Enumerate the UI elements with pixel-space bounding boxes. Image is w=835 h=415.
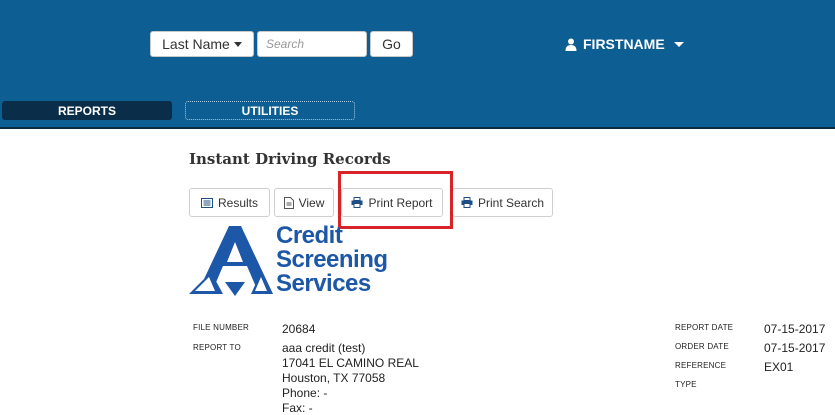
tab-utilities[interactable]: UTILITIES <box>185 101 355 120</box>
results-button[interactable]: Results <box>189 188 270 217</box>
logo-line-3: Services <box>276 270 371 297</box>
caret-down-icon <box>673 41 684 47</box>
report-to-line-1: aaa credit (test) <box>282 341 366 355</box>
go-button[interactable]: Go <box>370 31 413 57</box>
sort-field-label: Last Name <box>162 36 230 52</box>
printer-icon <box>461 197 473 208</box>
report-date-value: 07-15-2017 <box>764 322 826 336</box>
logo-line-2: Screening <box>276 246 388 273</box>
logo-text: Credit Screening Services <box>276 224 388 296</box>
highlight-box <box>338 171 453 229</box>
user-icon <box>565 38 577 51</box>
type-label: TYPE <box>675 380 697 389</box>
document-icon <box>283 196 294 209</box>
print-search-label: Print Search <box>477 195 545 210</box>
order-date-value: 07-15-2017 <box>764 341 826 355</box>
search-input[interactable] <box>257 31 367 57</box>
report-to-line-4: Phone: - <box>282 386 328 400</box>
report-to-label: REPORT TO <box>193 343 241 352</box>
file-number-label: FILE NUMBER <box>193 323 249 332</box>
page-title: Instant Driving Records <box>189 150 391 168</box>
reference-label: REFERENCE <box>675 361 727 370</box>
report-to-line-3: Houston, TX 77058 <box>282 371 386 385</box>
order-date-label: ORDER DATE <box>675 342 729 351</box>
user-menu[interactable]: FIRSTNAME <box>565 35 684 53</box>
user-name: FIRSTNAME <box>583 36 665 52</box>
print-search-button[interactable]: Print Search <box>452 188 553 217</box>
report-to-line-2: 17041 EL CAMINO REAL <box>282 356 419 370</box>
view-button[interactable]: View <box>274 188 334 217</box>
caret-down-icon <box>233 41 242 47</box>
report-date-label: REPORT DATE <box>675 323 734 332</box>
logo-line-1: Credit <box>276 222 343 249</box>
view-label: View <box>298 195 325 210</box>
results-label: Results <box>217 195 258 210</box>
file-number-value: 20684 <box>282 322 316 336</box>
tab-reports[interactable]: REPORTS <box>2 101 172 120</box>
list-icon <box>200 197 213 208</box>
report-to-line-5: Fax: - <box>282 401 313 415</box>
sort-field-dropdown[interactable]: Last Name <box>150 31 254 57</box>
reference-value: EX01 <box>764 360 794 374</box>
top-header: Last Name Go FIRSTNAME REPORTS UTILITIES <box>0 0 835 129</box>
